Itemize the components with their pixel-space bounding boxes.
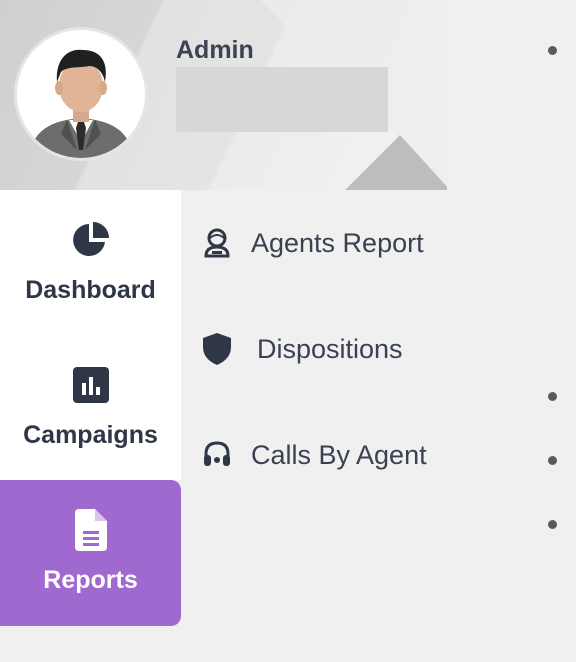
pie-chart-icon	[71, 220, 111, 260]
header-decoration-triangle	[345, 135, 447, 190]
submenu-item-dispositions[interactable]: Dispositions	[181, 324, 403, 374]
profile-name: Admin	[176, 36, 254, 64]
submenu-label-agents-report: Agents Report	[251, 227, 424, 258]
shield-icon	[197, 329, 237, 369]
nav-item-campaigns[interactable]: Campaigns	[0, 335, 181, 480]
agent-icon	[197, 223, 237, 263]
list-bullet	[548, 520, 557, 529]
reports-submenu: Agents Report Dispositions Calls By Agen…	[181, 190, 576, 662]
list-bullet	[548, 456, 557, 465]
user-avatar-icon	[17, 30, 145, 158]
profile-header: Admin	[0, 0, 447, 190]
nav-label-campaigns: Campaigns	[23, 421, 158, 449]
list-bullet	[548, 392, 557, 401]
nav-label-dashboard: Dashboard	[25, 276, 156, 304]
sidebar-nav: Dashboard Campaigns Reports	[0, 190, 181, 662]
nav-item-dashboard[interactable]: Dashboard	[0, 190, 181, 335]
bar-chart-icon	[72, 365, 109, 405]
headset-icon	[197, 435, 237, 475]
avatar[interactable]	[14, 27, 148, 161]
submenu-label-calls-by-agent: Calls By Agent	[251, 439, 427, 470]
nav-item-reports[interactable]: Reports	[0, 480, 181, 626]
nav-label-reports: Reports	[43, 566, 138, 594]
submenu-label-dispositions: Dispositions	[257, 333, 403, 364]
document-icon	[74, 509, 107, 551]
submenu-item-agents-report[interactable]: Agents Report	[181, 218, 424, 268]
submenu-item-calls-by-agent[interactable]: Calls By Agent	[181, 430, 427, 480]
list-bullet	[548, 46, 557, 55]
profile-role-placeholder	[176, 67, 388, 132]
